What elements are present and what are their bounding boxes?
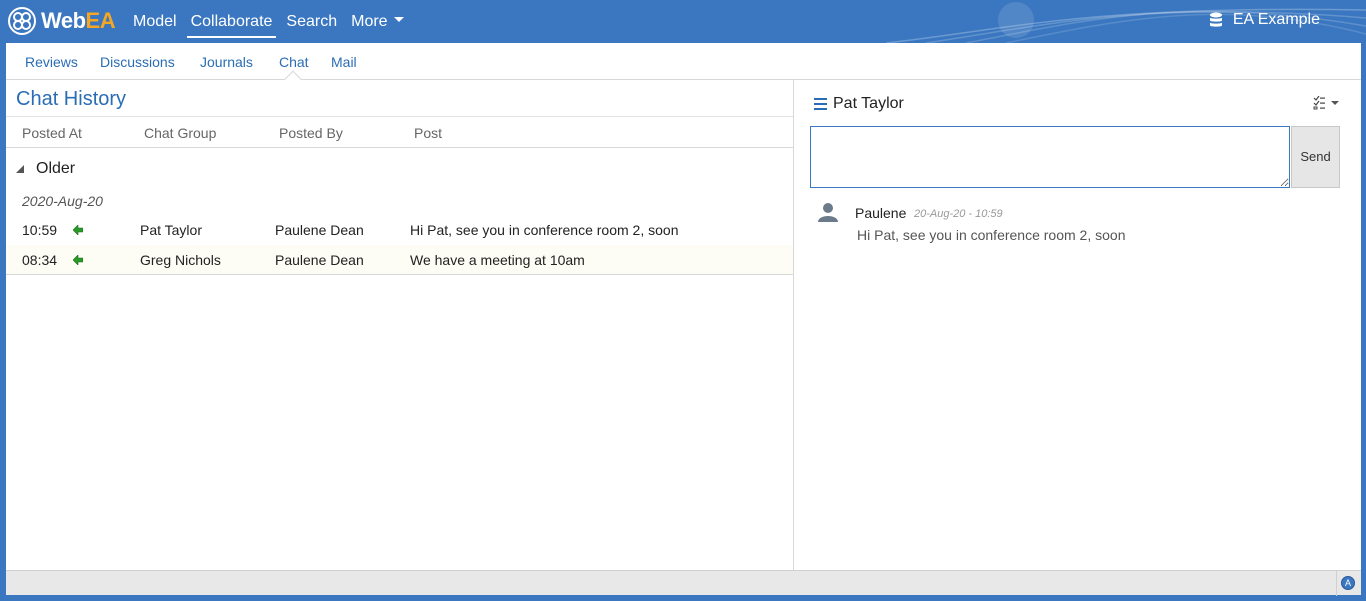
message-timestamp: 20-Aug-20 - 10:59 [914,208,1003,220]
nav-more[interactable]: More [351,0,404,43]
checklist-icon [1313,96,1325,110]
row-chat-group: Pat Taylor [140,222,202,238]
top-navigation: Model Collaborate Search More [133,0,418,43]
send-button[interactable]: Send [1291,126,1340,188]
message-author: Paulene [855,205,907,221]
chevron-down-icon [393,17,404,23]
status-bar: A [6,570,1361,596]
row-post: Hi Pat, see you in conference room 2, so… [410,222,679,238]
table-row[interactable]: 10:59 Pat Taylor Paulene Dean Hi Pat, se… [6,215,793,245]
row-time: 10:59 [22,222,58,238]
row-posted-by: Paulene Dean [275,222,364,238]
model-selector[interactable]: EA Example [1209,11,1320,29]
row-post: We have a meeting at 10am [410,252,585,268]
webea-logo[interactable]: WebEA [8,6,116,36]
row-posted-by: Paulene Dean [275,252,364,268]
tab-reviews[interactable]: Reviews [25,54,78,70]
table-header: Posted At Chat Group Posted By Post [6,116,793,148]
nav-collaborate[interactable]: Collaborate [186,0,277,43]
nav-model[interactable]: Model [133,0,177,43]
table-row[interactable]: 08:34 Greg Nichols Paulene Dean We have … [6,245,793,275]
status-a-icon[interactable]: A [1341,576,1355,590]
column-posted-at[interactable]: Posted At [22,125,82,141]
page-title: Chat History [16,88,127,110]
brand-name: WebEA [41,8,116,33]
nav-search[interactable]: Search [286,0,337,43]
row-chat-group: Greg Nichols [140,252,221,268]
arrow-left-icon [73,255,83,265]
sub-navigation: Reviews Discussions Journals Chat Mail [6,43,1361,88]
column-post[interactable]: Post [414,125,442,141]
group-label: Older [36,160,76,177]
chat-panel-header: Pat Taylor [814,95,904,113]
date-label: 2020-Aug-20 [22,193,103,209]
collapse-triangle-icon [16,165,24,173]
webea-logo-icon [8,7,36,35]
chat-options-dropdown[interactable] [1313,96,1339,110]
database-icon [1209,12,1222,27]
column-chat-group[interactable]: Chat Group [144,125,216,141]
list-icon[interactable] [814,98,827,110]
user-icon [818,203,838,222]
tab-journals[interactable]: Journals [200,54,253,70]
chat-history-panel: Chat History Posted At Chat Group Posted… [6,80,794,570]
main-frame: Reviews Discussions Journals Chat Mail C… [6,43,1361,596]
nav-more-label: More [351,13,388,30]
message-text: Hi Pat, see you in conference room 2, so… [857,227,1126,243]
top-bar: WebEA Model Collaborate Search More EA E… [0,0,1366,43]
group-header-older[interactable]: Older [16,160,75,178]
tab-chat[interactable]: Chat [279,54,309,70]
tab-mail[interactable]: Mail [331,54,357,70]
row-time: 08:34 [22,252,58,268]
chat-panel: Pat Taylor Send Paulene 20-Aug-20 - 10:5… [794,80,1361,570]
arrow-left-icon [73,225,83,235]
chevron-down-icon [1331,101,1339,105]
chat-panel-title: Pat Taylor [833,95,904,112]
status-separator [1336,571,1337,596]
message-input[interactable] [810,126,1290,188]
tab-discussions[interactable]: Discussions [100,54,175,70]
model-name: EA Example [1232,11,1320,28]
column-posted-by[interactable]: Posted By [279,125,343,141]
